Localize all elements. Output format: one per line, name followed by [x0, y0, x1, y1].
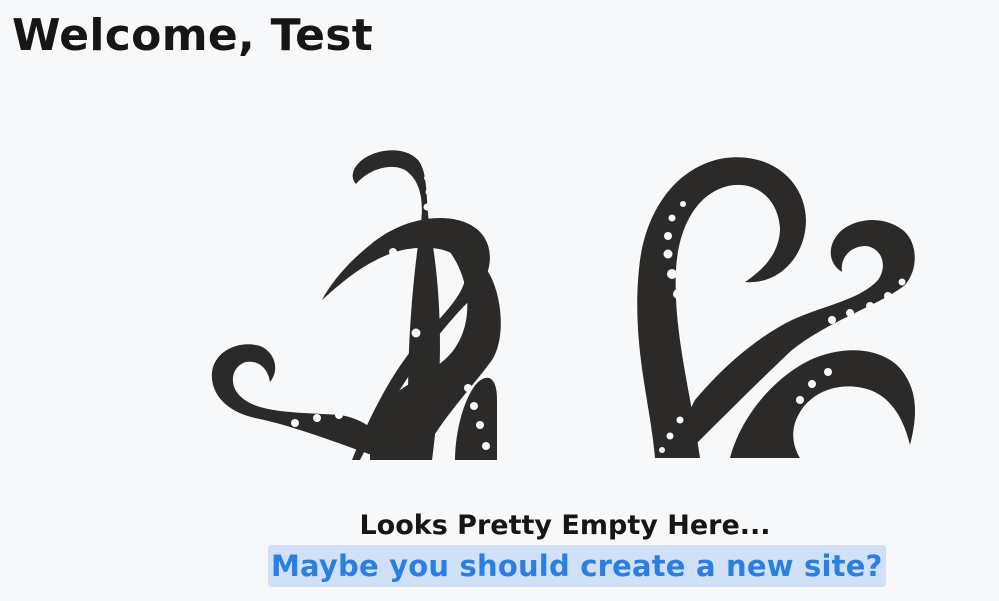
- create-new-site-link[interactable]: Maybe you should create a new site?: [268, 545, 886, 587]
- empty-state-title: Looks Pretty Empty Here...: [359, 510, 771, 541]
- dashboard-page: Welcome, Test Looks Pretty Empty Here...…: [0, 0, 999, 601]
- octopus-tentacles-icon: [211, 150, 915, 460]
- welcome-heading: Welcome, Test: [12, 10, 374, 61]
- empty-state-cta-wrap: Maybe you should create a new site?: [268, 545, 886, 587]
